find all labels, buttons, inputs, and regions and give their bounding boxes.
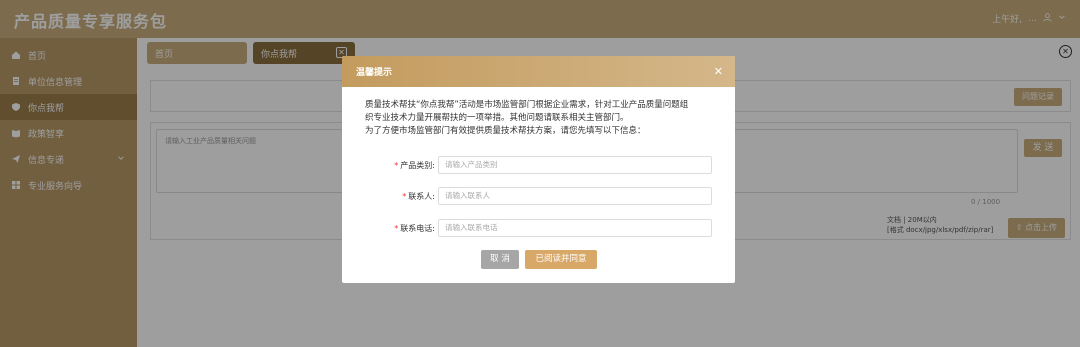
form-row-product-category: * 产品类别: 请输入产品类别: [342, 156, 735, 174]
modal-title: 温馨提示: [356, 68, 393, 78]
contact-label: * 联系人:: [402, 192, 435, 201]
cancel-button[interactable]: 取 消: [481, 250, 519, 269]
form-row-phone: * 联系电话: 请输入联系电话: [342, 219, 735, 237]
modal-text-line: 为了方便市场监管部门有效提供质量技术帮扶方案，请您先填写以下信息：: [365, 126, 646, 136]
contact-input[interactable]: 请输入联系人: [438, 187, 712, 205]
product-category-input[interactable]: 请输入产品类别: [438, 156, 712, 174]
modal-buttons: 取 消 已阅读并同意: [481, 250, 597, 269]
modal-header: 温馨提示 ✕: [342, 56, 735, 87]
notice-modal: 温馨提示 ✕ 质量技术帮扶“你点我帮”活动是市场监管部门根据企业需求，针对工业产…: [342, 56, 735, 283]
phone-label: * 联系电话:: [394, 224, 435, 233]
modal-body: 质量技术帮扶“你点我帮”活动是市场监管部门根据企业需求，针对工业产品质量问题组 …: [342, 87, 735, 138]
close-icon[interactable]: ✕: [714, 65, 723, 78]
modal-text-line: 质量技术帮扶“你点我帮”活动是市场监管部门根据企业需求，针对工业产品质量问题组: [365, 100, 689, 110]
modal-text-line: 织专业技术力量开展帮扶的一项举措。其他问题请联系相关主管部门。: [365, 113, 629, 123]
agree-button[interactable]: 已阅读并同意: [525, 250, 597, 269]
phone-input[interactable]: 请输入联系电话: [438, 219, 712, 237]
form-row-contact: * 联系人: 请输入联系人: [342, 187, 735, 205]
product-category-label: * 产品类别:: [394, 161, 435, 170]
